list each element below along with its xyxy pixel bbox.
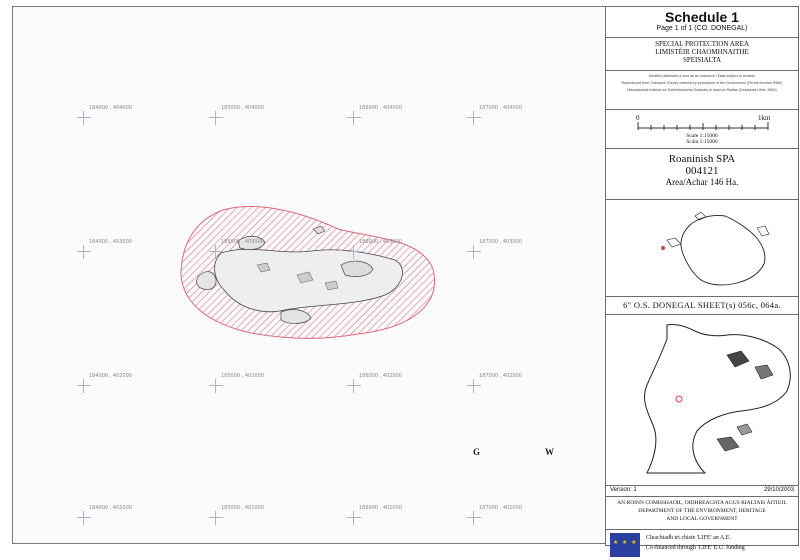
note-line: Reproduced from Ordnance Survey material… xyxy=(621,81,783,85)
grid-label: 184000 , 402000 xyxy=(89,373,132,379)
grid-cross xyxy=(209,511,223,525)
date-label: 29/10/2003 xyxy=(763,487,794,493)
eu-line-en: Co-financed through 'LIFE' E.U. funding xyxy=(646,545,745,551)
grid-cross xyxy=(347,111,361,125)
scale-block: 0 1km Scale 1:15000 Scála 1:15000 xyxy=(606,110,798,149)
department-block: AN ROINN COMHSHAOIL, OIDHREACHTA AGUS RI… xyxy=(606,497,798,530)
version-label: Version: 1 xyxy=(610,487,637,493)
grid-label: 187000 , 402000 xyxy=(479,373,522,379)
note-line: Macasamhail d'abhar na Suirbhéireachta O… xyxy=(627,88,777,92)
grid-label: 186000 , 402000 xyxy=(359,373,402,379)
eu-line-ga: Cleachtadh tri chiste 'LIFE' an A.E. xyxy=(646,535,731,541)
version-row: Version: 1 29/10/2003 xyxy=(606,486,798,497)
grid-label: 184000 , 403000 xyxy=(89,239,132,245)
grid-label: 185000 , 401000 xyxy=(221,505,264,511)
grid-letter-g: G xyxy=(473,447,481,457)
notes-block: Weather attributes a chur as an ordnance… xyxy=(606,71,798,110)
grid-cross xyxy=(467,245,481,259)
dept-line-en-2: AND LOCAL GOVERNMENT xyxy=(666,516,738,522)
map-canvas xyxy=(180,206,435,339)
map-frame[interactable]: 184000 , 404000 185000 , 404000 186000 ,… xyxy=(12,6,606,544)
grid-cross xyxy=(77,379,91,393)
grid-label: 187000 , 401000 xyxy=(479,505,522,511)
grid-cross xyxy=(77,511,91,525)
site-block: Roaninish SPA 004121 Area/Achar 146 Ha. xyxy=(606,149,798,200)
location-map xyxy=(606,200,798,297)
schedule-title: Schedule 1 xyxy=(665,9,739,25)
grid-cross xyxy=(467,511,481,525)
grid-label: 184000 , 401000 xyxy=(89,505,132,511)
designation-block: SPECIAL PROTECTION AREA LIMISTÉIR CHAOMH… xyxy=(606,38,798,71)
grid-cross xyxy=(77,245,91,259)
eu-flag xyxy=(610,533,640,557)
grid-cross xyxy=(209,245,223,259)
grid-label: 185000 , 403000 xyxy=(221,239,264,245)
grid-cross xyxy=(467,379,481,393)
grid-cross xyxy=(77,111,91,125)
ireland-outline xyxy=(661,211,770,286)
grid-label: 187000 , 403000 xyxy=(479,239,522,245)
grid-label: 186000 , 403000 xyxy=(359,239,402,245)
site-name: Roaninish SPA xyxy=(668,153,736,165)
sheet-reference: 6" O.S. DONEGAL SHEET(s) 056c, 064a. xyxy=(606,297,798,315)
site-code: 004121 xyxy=(685,165,719,177)
grid-label: 184000 , 404000 xyxy=(89,105,132,111)
note-line: Weather attributes a chur as an ordnance… xyxy=(648,74,756,78)
grid-label: 186000 , 401000 xyxy=(359,505,402,511)
grid-cross xyxy=(347,245,361,259)
grid-label: 186000 , 404000 xyxy=(359,105,402,111)
grid-cross xyxy=(209,379,223,393)
designation-ga-2: SPEISIALTA xyxy=(682,56,722,64)
scale-text-ga: Scála 1:15000 xyxy=(686,139,718,145)
grid-letter-w: W xyxy=(545,447,554,457)
legend-panel: Schedule 1 Page 1 of 1 (CO. DONEGAL) SPE… xyxy=(605,6,799,557)
grid-cross xyxy=(347,379,361,393)
inset-coastline xyxy=(644,324,791,474)
grid-label: 187000 , 404000 xyxy=(479,105,522,111)
eu-funding-block: Cleachtadh tri chiste 'LIFE' an A.E. Co-… xyxy=(606,530,798,560)
grid-cross xyxy=(467,111,481,125)
scale-end-label: 1km xyxy=(758,114,771,122)
designation-ga-1: LIMISTÉIR CHAOMHNAITHE xyxy=(655,48,749,56)
grid-cross xyxy=(347,511,361,525)
page-subtitle: Page 1 of 1 (CO. DONEGAL) xyxy=(656,25,748,32)
designation-en: SPECIAL PROTECTION AREA xyxy=(655,40,749,48)
grid-label: 185000 , 404000 xyxy=(221,105,264,111)
site-area: Area/Achar 146 Ha. xyxy=(665,177,739,187)
inset-map xyxy=(606,315,798,486)
grid-cross xyxy=(209,111,223,125)
title-block: Schedule 1 Page 1 of 1 (CO. DONEGAL) xyxy=(606,7,798,38)
grid-label: 185000 , 402000 xyxy=(221,373,264,379)
scale-start-label: 0 xyxy=(636,114,640,122)
dept-line-en-1: DEPARTMENT OF THE ENVIRONMENT, HERITAGE xyxy=(638,508,766,514)
dept-line-ga: AN ROINN COMHSHAOIL, OIDHREACHTA AGUS RI… xyxy=(617,500,787,506)
